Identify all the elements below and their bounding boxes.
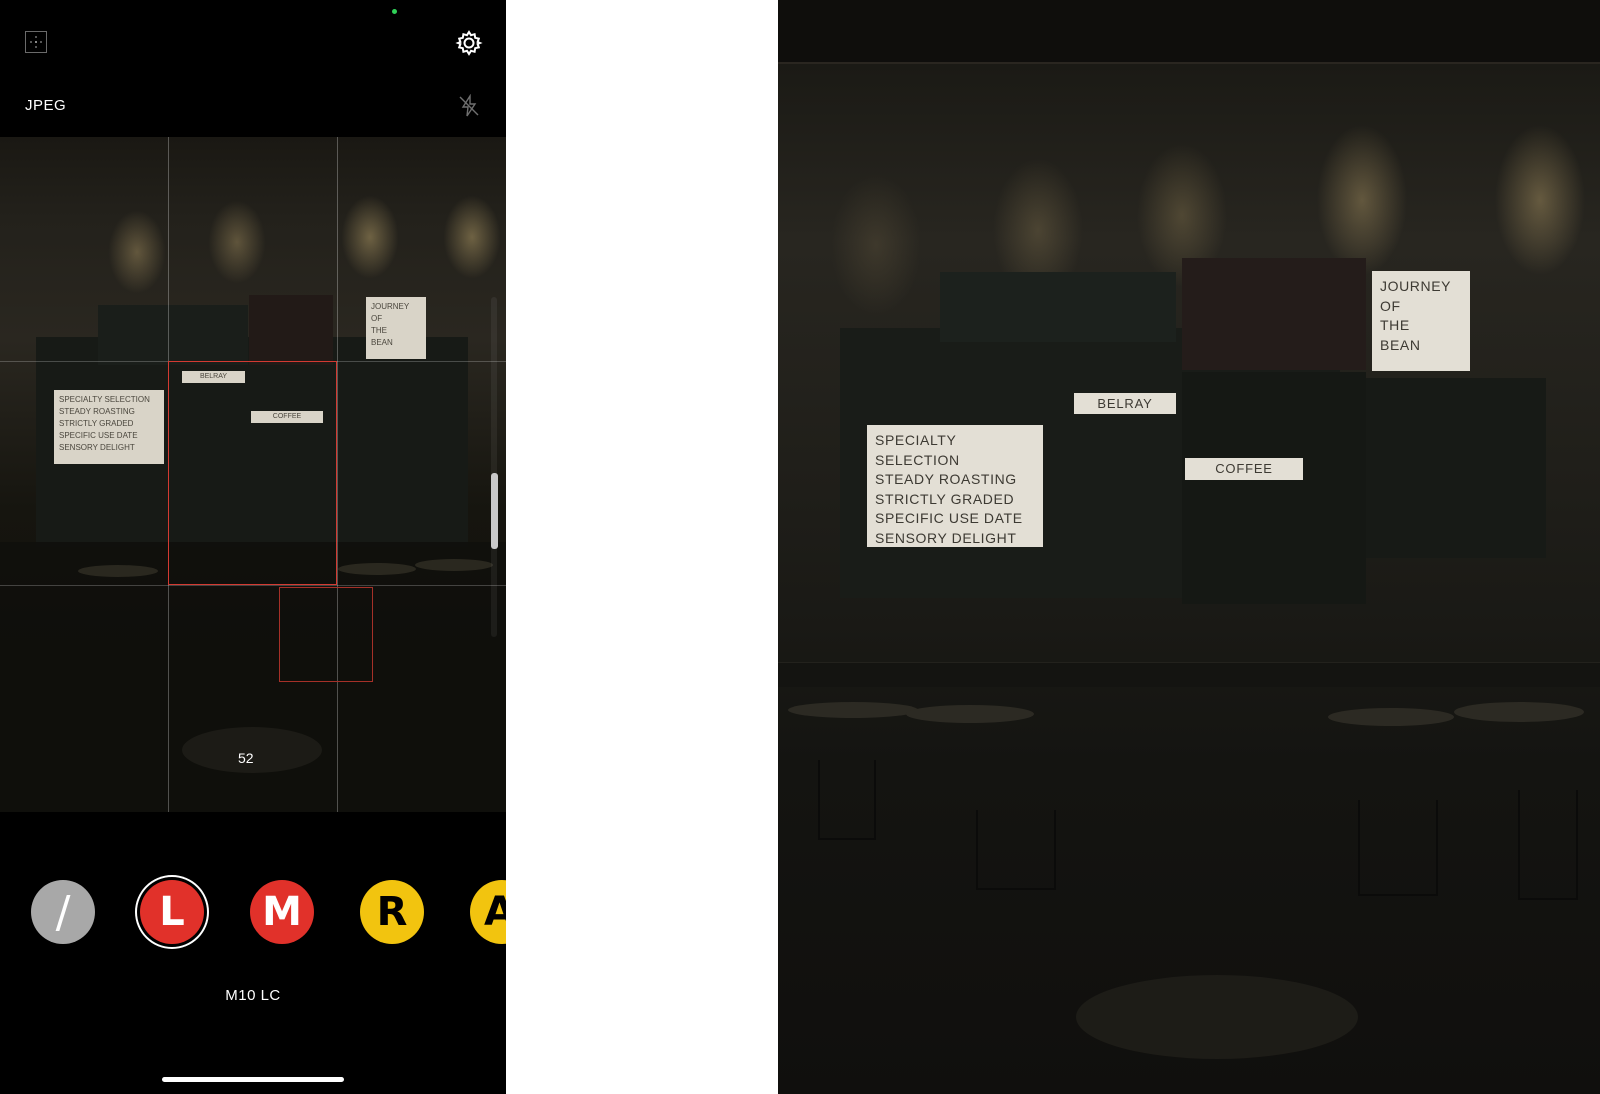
vf-sign-line: STRICTLY GRADED <box>59 419 134 428</box>
photo-tag-coffee: COFFEE <box>1185 458 1303 480</box>
photo-sign-line: SPECIFIC USE DATE <box>875 510 1023 526</box>
photo-chair <box>976 810 1056 890</box>
photo-sign-specialty: SPECIALTY SELECTION STEADY ROASTING STRI… <box>867 425 1043 547</box>
vf-sign-line: SPECIALTY SELECTION <box>59 395 150 404</box>
vf-sign-line: SPECIFIC USE DATE <box>59 431 138 440</box>
lens-button-a[interactable]: A <box>470 880 506 944</box>
vf-wall-panel <box>98 305 248 365</box>
photo-wall-panel <box>1366 378 1546 558</box>
photo-table <box>1076 975 1358 1059</box>
photo-sign-line: THE <box>1380 317 1410 333</box>
photo-sign-line: STEADY ROASTING <box>875 471 1017 487</box>
photo-table <box>1328 708 1454 726</box>
recording-dot-icon <box>392 9 397 14</box>
photo-chair <box>1518 790 1578 900</box>
photo-sign-line: OF <box>1380 297 1401 314</box>
vf-table <box>338 563 416 575</box>
lens-button-m[interactable]: M <box>250 880 314 944</box>
zoom-handle[interactable] <box>491 473 498 549</box>
focal-length-readout: 52 <box>238 750 254 766</box>
framing-box <box>168 361 337 585</box>
vf-sign-line: OF <box>371 314 383 323</box>
gear-icon[interactable] <box>455 29 483 57</box>
photo-counter <box>778 662 1600 687</box>
lens-button-slash[interactable]: / <box>31 880 95 944</box>
photo-sign-line: BEAN <box>1380 336 1421 353</box>
grid-line <box>337 137 338 812</box>
photo-wall-panel <box>1182 372 1366 604</box>
vf-sign-line: BEAN <box>371 338 393 347</box>
vf-sign-line: STEADY ROASTING <box>59 407 135 416</box>
photo-sign-line: JOURNEY <box>1380 278 1452 294</box>
captured-photo: SPECIALTY SELECTION STEADY ROASTING STRI… <box>778 0 1600 1094</box>
lens-button-r[interactable]: R <box>360 880 424 944</box>
vf-table <box>415 559 493 571</box>
photo-sign-line: STRICTLY GRADED <box>875 490 1015 507</box>
photo-ceiling <box>778 0 1600 64</box>
camera-model-label[interactable]: M10 LC <box>0 987 506 1004</box>
photo-wall-panel <box>1182 258 1366 370</box>
vf-sign-line: SENSORY DELIGHT <box>59 443 135 452</box>
photo-sign-journey: JOURNEY OF THE BEAN <box>1372 271 1470 371</box>
vf-table <box>78 565 158 577</box>
photo-table <box>906 705 1034 723</box>
vf-sign-line: THE <box>371 326 387 335</box>
zoom-track[interactable] <box>491 297 497 637</box>
photo-table <box>788 702 918 718</box>
photo-wall-panel <box>940 272 1176 342</box>
photo-chair <box>818 760 876 840</box>
photo-table <box>1454 702 1584 722</box>
photo-tag-belray: BELRAY <box>1074 393 1176 414</box>
photo-chair <box>1358 800 1438 896</box>
photo-sign-line: SPECIALTY SELECTION <box>875 432 960 468</box>
flash-off-icon[interactable] <box>457 94 481 118</box>
vf-sign-journey: JOURNEY OF THE BEAN <box>366 297 426 359</box>
camera-app: JPEG SPECIALTY SELECTION STEADY ROASTING… <box>0 0 506 1094</box>
format-label[interactable]: JPEG <box>25 97 66 114</box>
vf-sign-specialty: SPECIALTY SELECTION STEADY ROASTING STRI… <box>54 390 164 464</box>
grid-line <box>0 585 506 586</box>
grid-toggle-icon[interactable] <box>25 31 47 53</box>
photo-sign-line: SENSORY DELIGHT <box>875 529 1017 546</box>
lens-button-l[interactable]: L <box>140 880 204 944</box>
framing-box-secondary <box>279 587 373 682</box>
vf-wall-panel <box>249 295 333 365</box>
viewfinder[interactable]: SPECIALTY SELECTION STEADY ROASTING STRI… <box>0 137 506 812</box>
vf-sign-line: JOURNEY <box>371 302 410 311</box>
home-indicator[interactable] <box>162 1077 344 1082</box>
